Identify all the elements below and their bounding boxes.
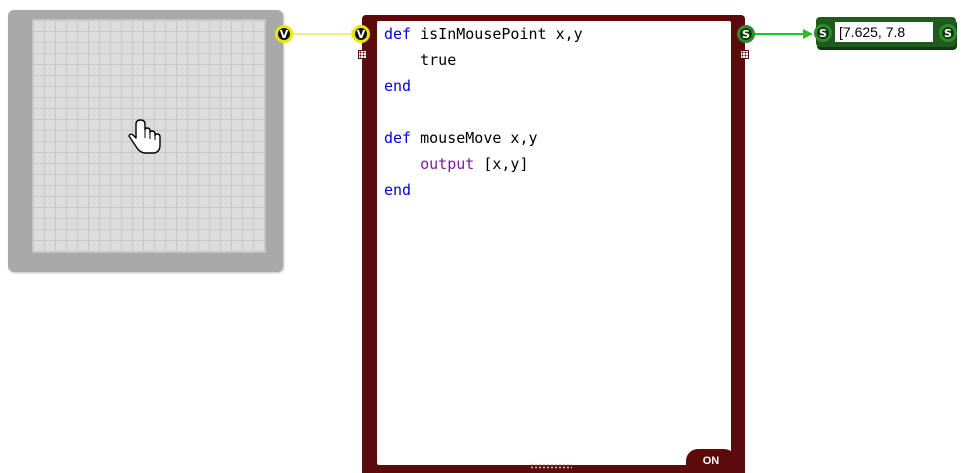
code-line[interactable]: def mouseMove x,y (377, 125, 731, 151)
keyword-token: end (384, 77, 412, 95)
value-display: [7.625, 7.8 (835, 22, 933, 42)
script-input-port[interactable]: V (352, 25, 370, 43)
code-line[interactable]: output [x,y] (377, 151, 731, 177)
code-line[interactable]: end (377, 73, 731, 99)
keyword-token: def (384, 25, 412, 43)
keyword-token: end (384, 181, 412, 199)
string-wire[interactable] (755, 28, 815, 40)
code-token: true (384, 51, 457, 69)
script-output-handle[interactable] (740, 50, 749, 59)
code-line[interactable]: def isInMousePoint x,y (377, 21, 731, 47)
script-output-port[interactable]: S (737, 25, 755, 43)
status-badge[interactable]: ON (686, 449, 736, 473)
hand-pointer-icon (128, 119, 161, 154)
ruby-script-block[interactable]: def isInMousePoint x,y true end def mouseM… (362, 15, 745, 473)
code-line[interactable]: true (377, 47, 731, 73)
viewport-output-port[interactable]: V (275, 25, 293, 43)
code-token: [x,y] (474, 155, 529, 173)
code-line[interactable]: end (377, 177, 731, 203)
code-line[interactable] (377, 99, 731, 125)
display-output-port[interactable]: S (939, 24, 957, 42)
display-input-port[interactable]: S (814, 24, 832, 42)
script-input-handle[interactable] (358, 50, 367, 59)
function-token: output (420, 155, 475, 173)
code-editor[interactable]: def isInMousePoint x,y true end def mouseM… (377, 21, 731, 465)
code-token: isInMousePoint x,y (411, 25, 583, 43)
code-token: mouseMove x,y (411, 129, 538, 147)
keyword-token: def (384, 129, 412, 147)
resize-grip[interactable] (530, 463, 572, 469)
